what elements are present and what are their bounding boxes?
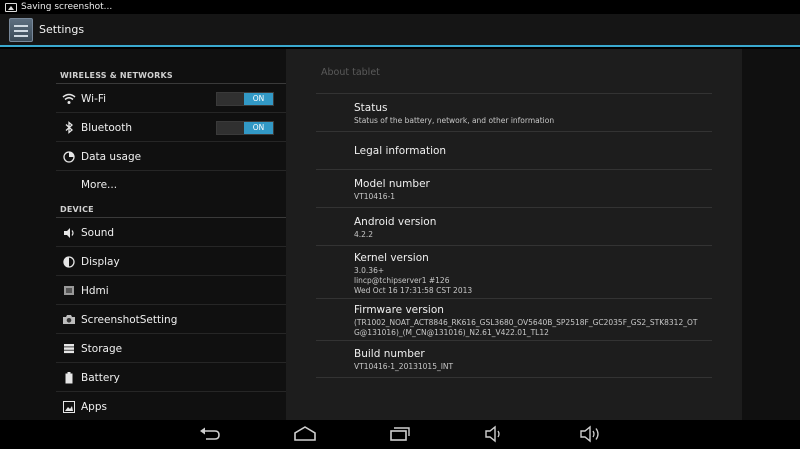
volume-down-icon [485,425,500,443]
wifi-icon [61,91,77,107]
pref-title: Model number [354,178,430,190]
home-button[interactable] [290,424,320,444]
pref-summary: VT10416-1_20131015_INT [354,362,454,371]
screenshot-notification-icon [5,2,17,12]
pref-android-version[interactable]: Android version 4.2.2 [354,216,714,240]
settings-item-display[interactable]: Display [56,248,286,276]
storage-icon [61,341,77,357]
app-title: Settings [39,23,85,36]
settings-item-label: Wi-Fi [81,92,107,105]
camera-icon [61,312,77,328]
settings-item-label: Hdmi [81,284,109,297]
settings-item-label: Battery [81,371,120,384]
pref-model-number: Model number VT10416-1 [354,178,714,202]
pref-summary-line: (TR1002_NOAT_ACT8846_RK616_GSL3680_OV564… [354,318,698,327]
pref-divider [316,93,712,94]
settings-item-hdmi[interactable]: Hdmi [56,277,286,305]
settings-item-label: Apps [81,401,107,413]
recent-apps-button[interactable] [385,424,415,444]
pref-divider [316,298,712,299]
volume-down-button[interactable] [480,424,510,444]
settings-item-storage[interactable]: Storage [56,335,286,363]
settings-item-label: Storage [81,342,123,355]
wifi-toggle-state: ON [244,92,273,105]
settings-item-data-usage[interactable]: Data usage [56,143,286,171]
status-notification-text: Saving screenshot... [21,2,113,12]
pref-summary: 4.2.2 [354,230,374,239]
settings-item-label: Display [81,255,120,268]
display-icon [61,254,77,270]
settings-item-apps[interactable]: Apps [56,393,286,421]
section-header-wireless: WIRELESS & NETWORKS [60,71,173,80]
settings-item-label: ScreenshotSetting [81,313,178,326]
pref-title: Status [354,102,388,114]
battery-icon [61,370,77,386]
volume-up-button[interactable] [575,424,605,444]
back-icon [200,427,220,440]
hdmi-icon [61,283,77,299]
pref-divider [316,207,712,208]
about-tablet-pane: About tablet Status Status of the batter… [286,49,742,420]
pref-summary: VT10416-1 [354,192,396,201]
apps-icon [61,399,77,415]
settings-item-wifi[interactable]: Wi-Fi ON [56,85,286,113]
settings-item-label: More... [81,179,118,191]
pref-status[interactable]: Status Status of the battery, network, a… [354,102,714,126]
pref-divider [316,245,712,246]
section-divider [56,217,286,218]
pref-firmware-version: Firmware version (TR1002_NOAT_ACT8846_RK… [354,304,714,338]
recent-apps-icon [390,427,410,441]
pref-summary-line: Wed Oct 16 17:31:58 CST 2013 [354,286,473,295]
pref-title: Android version [354,216,437,228]
navigation-bar [0,420,800,449]
settings-content: WIRELESS & NETWORKS Wi-Fi ON Bluetooth O… [0,49,800,420]
volume-up-icon [580,425,599,443]
pref-divider [316,377,712,378]
settings-item-label: Bluetooth [81,121,132,134]
speaker-icon [61,225,77,241]
home-icon [294,426,316,441]
wifi-toggle[interactable]: ON [216,91,274,106]
pref-kernel-version: Kernel version 3.0.36+ lincp@tchipserver… [354,252,714,296]
section-header-device: DEVICE [60,205,94,214]
pref-legal-information[interactable]: Legal information [354,145,714,157]
pref-build-number[interactable]: Build number VT10416-1_20131015_INT [354,348,714,372]
pref-title: Build number [354,348,425,360]
bluetooth-toggle-state: ON [244,121,273,134]
pref-summary: Status of the battery, network, and othe… [354,116,555,125]
pref-title: Legal information [354,145,447,157]
pref-title: Firmware version [354,304,444,316]
settings-item-more[interactable]: More... [56,171,286,199]
settings-item-bluetooth[interactable]: Bluetooth ON [56,114,286,142]
pref-divider [316,340,712,341]
pane-title: About tablet [321,67,380,78]
data-usage-icon [61,149,77,165]
pref-title: Kernel version [354,252,429,264]
bluetooth-icon [61,120,77,136]
bluetooth-toggle[interactable]: ON [216,120,274,135]
action-bar: Settings [0,14,800,47]
settings-app-icon[interactable] [9,17,33,42]
settings-item-label: Sound [81,226,115,239]
pref-summary-line: 3.0.36+ [354,266,385,275]
section-divider [56,83,286,84]
settings-item-screenshot-setting[interactable]: ScreenshotSetting [56,306,286,334]
pref-summary-line: G@131016)_(M_CN@131016)_N2.61_V422.01_TL… [354,328,549,337]
pref-divider [316,131,712,132]
settings-item-label: Data usage [81,150,142,163]
settings-headers-list: WIRELESS & NETWORKS Wi-Fi ON Bluetooth O… [56,49,286,420]
settings-item-sound[interactable]: Sound [56,219,286,247]
back-button[interactable] [195,424,225,444]
pref-divider [316,169,712,170]
status-bar: Saving screenshot... [0,0,800,14]
pref-summary-line: lincp@tchipserver1 #126 [354,276,450,285]
settings-item-battery[interactable]: Battery [56,364,286,392]
